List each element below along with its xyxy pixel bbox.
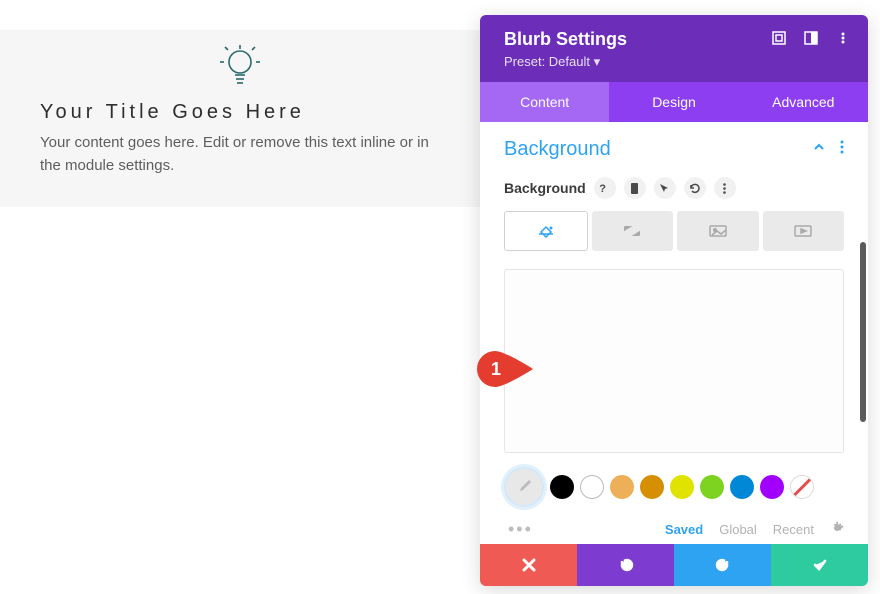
eyedropper-button[interactable] bbox=[504, 467, 544, 507]
tab-design[interactable]: Design bbox=[609, 82, 738, 122]
state-saved[interactable]: Saved bbox=[665, 522, 703, 537]
tab-content[interactable]: Content bbox=[480, 82, 609, 122]
panel-header: Blurb Settings Preset: Default ▾ bbox=[480, 15, 868, 82]
panel-header-icons bbox=[772, 29, 850, 50]
panel-preset-selector[interactable]: Preset: Default ▾ bbox=[504, 54, 772, 70]
bgtype-row bbox=[504, 211, 844, 251]
background-label-row: Background ? bbox=[504, 177, 844, 199]
responsive-icon[interactable] bbox=[624, 177, 646, 199]
section-title[interactable]: Background bbox=[504, 138, 812, 161]
lightbulb-wrap bbox=[0, 30, 480, 101]
more-icon[interactable] bbox=[836, 31, 850, 50]
swatch-amber[interactable] bbox=[640, 475, 664, 499]
lightbulb-icon bbox=[215, 42, 265, 86]
swatch-white[interactable] bbox=[580, 475, 604, 499]
panel-title: Blurb Settings bbox=[504, 29, 772, 50]
swatch-yellow[interactable] bbox=[670, 475, 694, 499]
scrollbar-thumb[interactable] bbox=[860, 242, 866, 422]
help-icon[interactable]: ? bbox=[594, 177, 616, 199]
confirm-button[interactable] bbox=[771, 544, 868, 586]
bgtype-image[interactable] bbox=[677, 211, 759, 251]
panel-footer bbox=[480, 544, 868, 586]
swatch-none[interactable] bbox=[790, 475, 814, 499]
panel-body: Background Background ? bbox=[480, 122, 868, 544]
tab-advanced[interactable]: Advanced bbox=[739, 82, 868, 122]
page-content: Your Title Goes Here Your content goes h… bbox=[0, 30, 480, 207]
page-title[interactable]: Your Title Goes Here bbox=[0, 101, 480, 132]
cancel-button[interactable] bbox=[480, 544, 577, 586]
color-preview[interactable] bbox=[504, 269, 844, 453]
swatch-blue[interactable] bbox=[730, 475, 754, 499]
page-body-text[interactable]: Your content goes here. Edit or remove t… bbox=[0, 132, 480, 187]
swatch-purple[interactable] bbox=[760, 475, 784, 499]
collapse-icon[interactable] bbox=[812, 140, 826, 159]
redo-button[interactable] bbox=[674, 544, 771, 586]
more-dots-icon[interactable]: ••• bbox=[504, 519, 533, 540]
bgtype-color[interactable] bbox=[504, 211, 588, 251]
settings-panel: Blurb Settings Preset: Default ▾ Content… bbox=[480, 15, 868, 586]
bgtype-video[interactable] bbox=[763, 211, 845, 251]
gear-icon[interactable] bbox=[830, 521, 844, 538]
annotation-number: 1 bbox=[491, 359, 501, 379]
undo-button[interactable] bbox=[577, 544, 674, 586]
section-menu-icon[interactable] bbox=[840, 140, 844, 159]
section-head: Background bbox=[504, 138, 844, 161]
tab-row: Content Design Advanced bbox=[480, 82, 868, 122]
reset-icon[interactable] bbox=[684, 177, 706, 199]
swatch-row bbox=[504, 467, 844, 507]
snap-icon[interactable] bbox=[804, 31, 818, 50]
section-controls bbox=[812, 140, 844, 159]
bgtype-gradient[interactable] bbox=[592, 211, 674, 251]
state-links: Saved Global Recent bbox=[665, 521, 844, 538]
swatch-black[interactable] bbox=[550, 475, 574, 499]
options-icon[interactable] bbox=[714, 177, 736, 199]
expand-icon[interactable] bbox=[772, 31, 786, 50]
background-label: Background bbox=[504, 180, 586, 196]
hover-icon[interactable] bbox=[654, 177, 676, 199]
state-row: ••• Saved Global Recent bbox=[504, 519, 844, 544]
state-global[interactable]: Global bbox=[719, 522, 757, 537]
swatch-green[interactable] bbox=[700, 475, 724, 499]
annotation-pointer: 1 bbox=[475, 349, 533, 389]
panel-header-left: Blurb Settings Preset: Default ▾ bbox=[504, 29, 772, 70]
state-recent[interactable]: Recent bbox=[773, 522, 814, 537]
swatch-orange[interactable] bbox=[610, 475, 634, 499]
